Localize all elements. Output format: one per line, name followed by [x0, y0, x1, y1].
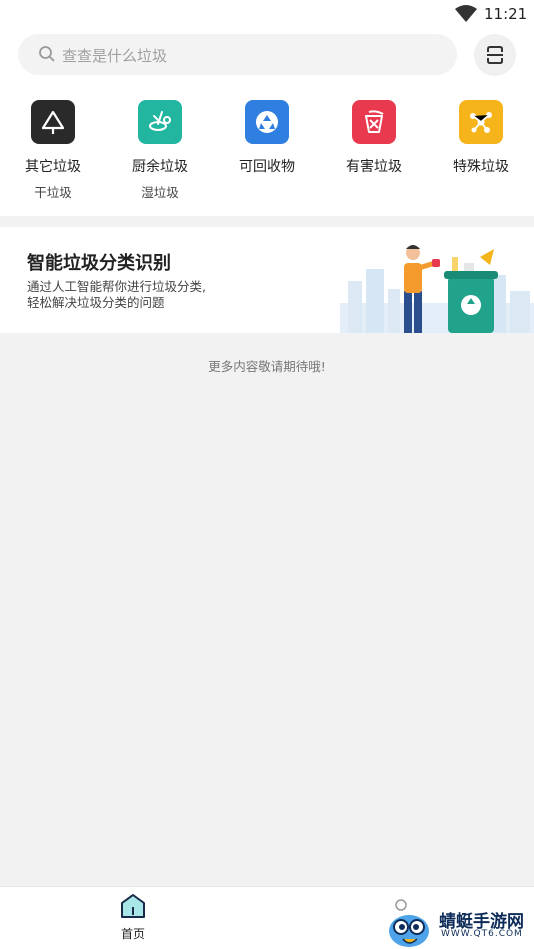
- banner-title: 智能垃圾分类识别: [27, 253, 171, 274]
- category-name: 可回收物: [239, 159, 295, 175]
- banner-description: 通过人工智能帮你进行垃圾分类, 轻松解决垃圾分类的问题: [27, 279, 257, 311]
- category-sub: 湿垃圾: [141, 185, 179, 200]
- category-other[interactable]: 其它垃圾 干垃圾: [8, 98, 98, 201]
- watermark-url: WWW.QT6.COM: [441, 929, 523, 939]
- watermark: 蜻蜓手游网 WWW.QT6.COM: [385, 897, 534, 949]
- category-recyclable[interactable]: 可回收物: [222, 98, 312, 176]
- recycle-icon: [245, 100, 289, 144]
- tab-home-label: 首页: [120, 927, 145, 941]
- search-icon: [39, 46, 55, 62]
- scan-icon: [487, 46, 503, 64]
- category-name: 特殊垃圾: [453, 159, 509, 175]
- category-name: 其它垃圾: [25, 159, 81, 175]
- category-sub: 干垃圾: [34, 185, 72, 200]
- category-special[interactable]: 特殊垃圾: [436, 98, 526, 176]
- search-bar[interactable]: 查查是什么垃圾: [18, 34, 457, 75]
- bottom-tab-bar: 首页 蜻蜓手游网 WWW.QT6.COM: [0, 886, 534, 949]
- hazard-icon: [352, 100, 396, 144]
- category-name: 有害垃圾: [346, 159, 402, 175]
- ai-recognition-banner[interactable]: 智能垃圾分类识别 通过人工智能帮你进行垃圾分类, 轻松解决垃圾分类的问题: [0, 227, 534, 333]
- status-bar: 11:21: [0, 0, 534, 28]
- category-grid: 其它垃圾 干垃圾 厨余垃圾 湿垃圾 可回收物 有害垃圾 特殊垃圾: [0, 98, 534, 208]
- scan-button[interactable]: [474, 34, 516, 76]
- banner-desc-line: 轻松解决垃圾分类的问题: [27, 295, 165, 310]
- search-placeholder: 查查是什么垃圾: [62, 47, 168, 65]
- molecule-icon: [459, 100, 503, 144]
- more-content-hint: 更多内容敬请期待哦!: [208, 359, 326, 374]
- top-section: 查查是什么垃圾 其它垃圾 干垃圾 厨余垃圾 湿垃圾 可回收物 有害垃圾 特殊垃圾: [0, 28, 534, 216]
- recycle-triangle-icon: [31, 100, 75, 144]
- status-time: 11:21: [484, 5, 528, 23]
- category-kitchen[interactable]: 厨余垃圾 湿垃圾: [115, 98, 205, 201]
- food-waste-icon: [138, 100, 182, 144]
- wifi-icon: [455, 5, 477, 22]
- tab-home[interactable]: 首页: [108, 893, 158, 945]
- person-throwing-trash-illustration: [340, 245, 534, 333]
- category-hazardous[interactable]: 有害垃圾: [329, 98, 419, 176]
- mascot-logo: [389, 899, 429, 947]
- category-name: 厨余垃圾: [132, 159, 188, 175]
- home-icon: [121, 894, 145, 918]
- banner-desc-line: 通过人工智能帮你进行垃圾分类,: [27, 279, 206, 294]
